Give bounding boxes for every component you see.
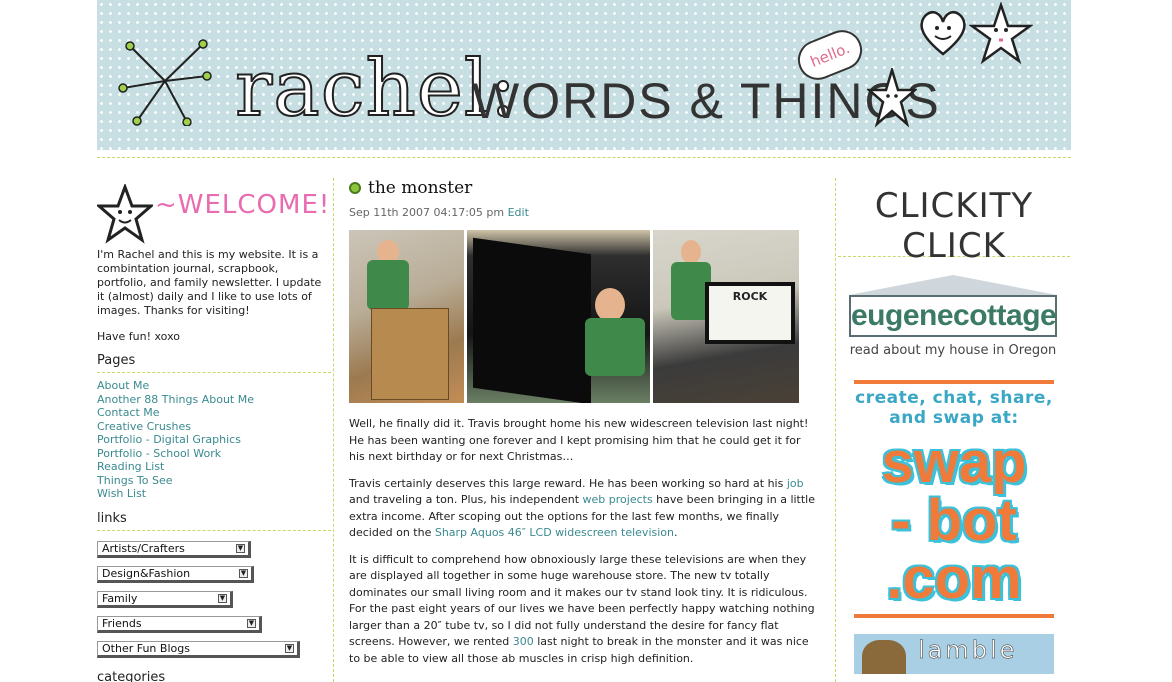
sparkle-icon xyxy=(118,39,212,126)
swap-bot-border xyxy=(854,614,1054,618)
star-icon xyxy=(969,2,1033,65)
small-star-icon xyxy=(867,68,917,128)
categories-heading: categories xyxy=(97,670,331,682)
post-body: Well, he finally did it. Travis brought … xyxy=(349,416,819,667)
post-paragraph-2: Travis certainly deserves this large rew… xyxy=(349,476,819,542)
header-banner[interactable]: rachel: WORDS & THINGS hello. xyxy=(97,0,1071,150)
column-divider-left xyxy=(333,178,334,682)
post-paragraph-3: It is difficult to comprehend how obnoxi… xyxy=(349,552,819,668)
clickity-click-heading: CLICKITY CLICK xyxy=(874,186,1034,266)
photo-tv-screen: ROCK xyxy=(705,282,795,344)
post-date: Sep 11th 2007 04:17:05 pm xyxy=(349,206,505,219)
photo-tv-closeup[interactable] xyxy=(467,230,650,403)
design-fashion-select[interactable]: Design&Fashion ▼ xyxy=(97,565,254,583)
photo-box-delivery[interactable] xyxy=(349,230,464,403)
dropdown-arrow-icon: ▼ xyxy=(236,543,245,553)
300-movie-link[interactable]: 300 xyxy=(513,635,534,648)
web-projects-link[interactable]: web projects xyxy=(583,493,653,506)
friends-select[interactable]: Friends ▼ xyxy=(97,615,262,633)
swap-logo-line: .com xyxy=(886,546,1022,611)
swap-bot-banner[interactable]: create, chat, share, and swap at: swap -… xyxy=(854,380,1054,618)
page-link-about-me[interactable]: About Me xyxy=(97,379,331,393)
page-link-wish-list[interactable]: Wish List xyxy=(97,487,331,501)
dropdown-arrow-icon: ▼ xyxy=(247,618,256,628)
lamble-text: lamble xyxy=(918,636,1018,665)
photo-strip: ROCK xyxy=(349,230,819,403)
welcome-heading: ~WELCOME! xyxy=(155,190,331,220)
star-face-icon xyxy=(97,184,153,244)
photo-tv-panel xyxy=(473,237,591,403)
swap-logo-line: swap xyxy=(881,430,1027,495)
pages-list: About Me Another 88 Things About Me Cont… xyxy=(97,379,331,501)
page-link-things-to-see[interactable]: Things To See xyxy=(97,474,331,488)
column-divider-right xyxy=(835,178,836,682)
sign-off-text: Have fun! xoxo xyxy=(97,330,180,343)
sharp-aquos-link[interactable]: Sharp Aquos 46″ LCD widescreen televisio… xyxy=(435,526,674,539)
links-heading: links xyxy=(97,511,331,531)
main-content: the monster Sep 11th 2007 04:17:05 pm Ed… xyxy=(349,178,819,677)
dropdown-arrow-icon: ▼ xyxy=(218,593,227,603)
heart-icon xyxy=(920,11,966,56)
bullet-icon xyxy=(349,182,361,194)
text-span: Travis certainly deserves this large rew… xyxy=(349,476,787,490)
photo-person-shirt xyxy=(367,260,409,310)
page-link-creative-crushes[interactable]: Creative Crushes xyxy=(97,420,331,434)
text-span: . xyxy=(674,526,678,539)
post-title[interactable]: the monster xyxy=(349,178,819,198)
welcome-block: ~WELCOME! xyxy=(97,176,331,246)
photo-person-shirt xyxy=(585,318,645,376)
lamble-banner[interactable]: lamble xyxy=(854,634,1054,674)
edit-link[interactable]: Edit xyxy=(508,206,529,219)
post-paragraph-1: Well, he finally did it. Travis brought … xyxy=(349,417,809,463)
dropdown-arrow-icon: ▼ xyxy=(285,643,294,653)
text-span: It is difficult to comprehend how obnoxi… xyxy=(349,552,815,649)
post-title-text: the monster xyxy=(368,178,473,198)
intro-text: I'm Rachel and this is my website. It is… xyxy=(97,248,322,317)
select-value: Other Fun Blogs xyxy=(102,641,190,655)
select-value: Artists/Crafters xyxy=(102,541,185,555)
artists-crafters-select[interactable]: Artists/Crafters ▼ xyxy=(97,540,251,558)
photo-person-head xyxy=(681,240,701,264)
photo-tv-standing[interactable]: ROCK xyxy=(653,230,799,403)
eugene-cottage-sign: eugenecottage xyxy=(849,295,1057,337)
eugene-cottage-banner[interactable]: eugenecottage read about my house in Ore… xyxy=(849,275,1057,358)
right-sidebar: CLICKITY CLICK eugenecottage read about … xyxy=(838,178,1070,674)
job-link[interactable]: job xyxy=(787,477,804,490)
pages-heading: Pages xyxy=(97,353,331,373)
page-link-contact-me[interactable]: Contact Me xyxy=(97,406,331,420)
photo-tv-box xyxy=(371,308,449,400)
swap-bot-logo: swap - bot .com xyxy=(854,434,1054,608)
dropdown-arrow-icon: ▼ xyxy=(239,568,248,578)
post-meta: Sep 11th 2007 04:17:05 pm Edit xyxy=(349,206,819,219)
page-link-portfolio-digital[interactable]: Portfolio - Digital Graphics xyxy=(97,433,331,447)
swap-logo-line: - bot xyxy=(891,488,1017,553)
page-link-reading-list[interactable]: Reading List xyxy=(97,460,331,474)
header-divider xyxy=(97,157,1071,158)
page-link-88-things[interactable]: Another 88 Things About Me xyxy=(97,393,331,407)
photo-person-head xyxy=(595,288,625,322)
select-value: Family xyxy=(102,591,138,605)
swap-bot-tagline: create, chat, share, and swap at: xyxy=(855,388,1053,428)
house-roof-icon xyxy=(849,275,1057,295)
photo-tv-text: ROCK xyxy=(732,290,768,303)
dog-icon xyxy=(862,640,906,674)
eugene-cottage-caption: read about my house in Oregon xyxy=(849,343,1057,358)
other-fun-blogs-select[interactable]: Other Fun Blogs ▼ xyxy=(97,640,300,658)
select-value: Design&Fashion xyxy=(102,566,191,580)
select-value: Friends xyxy=(102,616,142,630)
family-select[interactable]: Family ▼ xyxy=(97,590,233,608)
left-sidebar: ~WELCOME! I'm Rachel and this is my webs… xyxy=(97,176,331,682)
page-link-portfolio-school[interactable]: Portfolio - School Work xyxy=(97,447,331,461)
text-span: and traveling a ton. Plus, his independe… xyxy=(349,493,583,506)
